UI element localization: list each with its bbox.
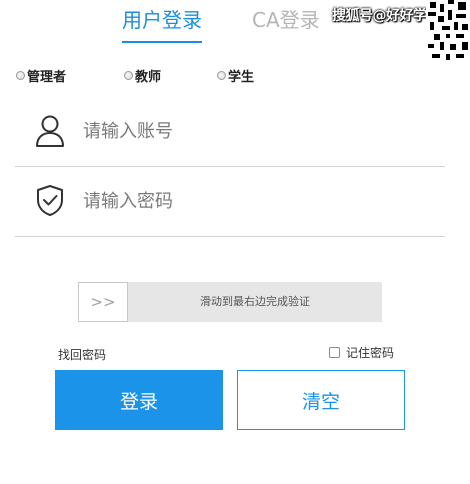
shield-check-icon [37,185,63,216]
username-row [15,106,445,167]
role-radio-admin[interactable]: 管理者 [16,66,66,85]
login-button[interactable]: 登录 [55,370,223,430]
remember-password[interactable]: 记住密码 [329,344,394,361]
role-label-teacher: 教师 [135,70,162,85]
tab-ca-login[interactable]: CA登录 [252,6,320,34]
remember-label: 记住密码 [346,346,395,360]
username-input[interactable] [83,114,423,148]
active-tab-underline [122,41,202,43]
radio-button[interactable] [124,71,133,80]
double-chevron-right-icon: >> [90,293,116,311]
role-radio-teacher[interactable]: 教师 [124,66,161,85]
password-row [15,176,445,237]
role-label-admin: 管理者 [27,70,67,85]
slider-captcha[interactable]: >> 滑动到最右边完成验证 [78,282,382,322]
watermark-text: 搜狐号@好好学 [332,8,427,24]
role-label-student: 学生 [228,70,255,85]
radio-button[interactable] [16,71,25,80]
qr-code-icon [426,0,470,62]
password-input[interactable] [83,184,423,218]
forgot-password-link[interactable]: 找回密码 [58,346,106,363]
user-icon [36,115,64,147]
slider-handle[interactable]: >> [78,282,128,322]
role-radio-student[interactable]: 学生 [217,66,254,85]
tab-user-login[interactable]: 用户登录 [122,6,202,34]
radio-button[interactable] [217,71,226,80]
slider-hint-text: 滑动到最右边完成验证 [200,295,310,308]
clear-button[interactable]: 清空 [237,370,405,430]
remember-checkbox[interactable] [329,347,340,358]
